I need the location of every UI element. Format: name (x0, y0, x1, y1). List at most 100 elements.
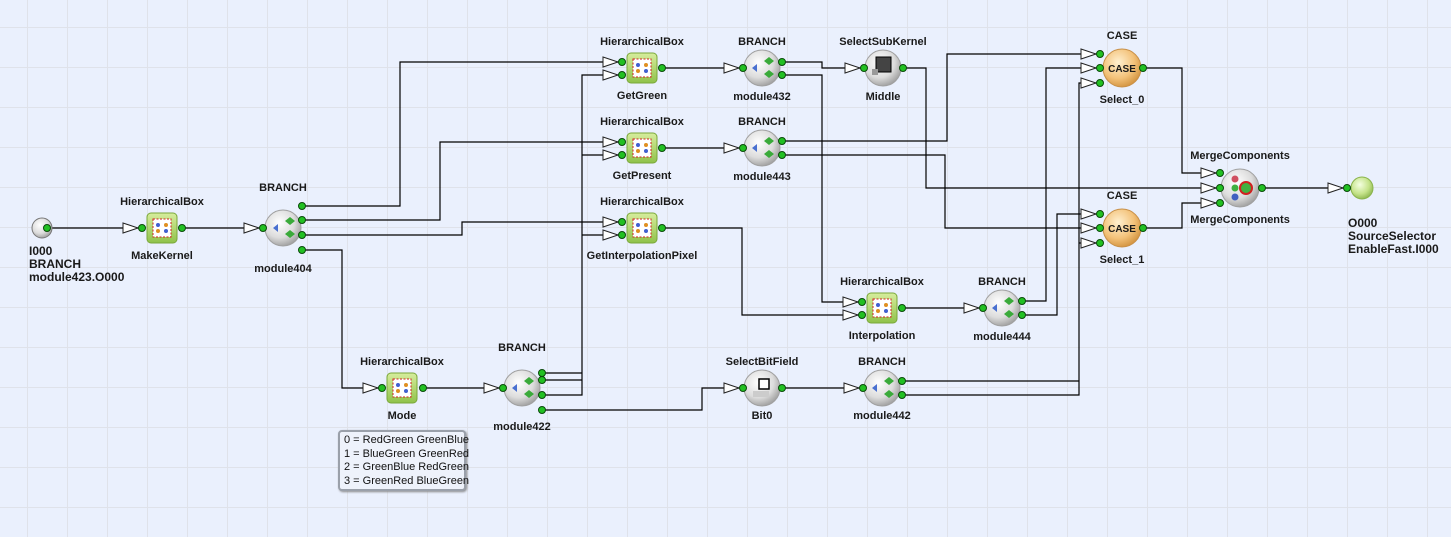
output-port[interactable] (778, 58, 786, 66)
node-label[interactable]: Interpolation (849, 330, 916, 342)
node-select1[interactable]: CASE CASE Select_1 (1080, 190, 1147, 266)
bit-field-icon[interactable] (743, 369, 781, 407)
input-port[interactable] (1216, 184, 1224, 192)
branch-icon[interactable] (863, 369, 901, 407)
node-m432[interactable]: BRANCH module432 (723, 36, 791, 103)
node-m444[interactable]: BRANCH module444 (963, 276, 1032, 343)
output-port[interactable] (898, 377, 906, 385)
output-port[interactable] (538, 406, 546, 414)
node-bit0[interactable]: SelectBitField Bit0 (723, 356, 798, 422)
output-port[interactable] (658, 64, 666, 72)
hierarchical-box-icon[interactable] (626, 132, 658, 164)
input-port[interactable] (1096, 79, 1104, 87)
input-port[interactable] (860, 64, 868, 72)
input-port[interactable] (859, 384, 867, 392)
input-port[interactable] (618, 231, 626, 239)
output-port[interactable] (538, 369, 546, 377)
branch-icon[interactable] (983, 289, 1021, 327)
output-port[interactable] (298, 216, 306, 224)
node-in0[interactable]: I000BRANCHmodule423.O000 (29, 217, 125, 284)
node-label[interactable]: MergeComponents (1190, 214, 1290, 226)
input-port[interactable] (1216, 199, 1224, 207)
input-port[interactable] (1096, 50, 1104, 58)
input-port[interactable] (979, 304, 987, 312)
output-port[interactable] (899, 64, 907, 72)
sub-kernel-icon[interactable] (864, 49, 902, 87)
node-out0[interactable]: O000SourceSelectorEnableFast.I000 (1327, 176, 1439, 256)
output-port[interactable] (658, 144, 666, 152)
input-port[interactable] (1096, 210, 1104, 218)
node-makekernel[interactable]: HierarchicalBox MakeKernel (120, 196, 205, 262)
input-port[interactable] (1343, 184, 1351, 192)
input-port[interactable] (259, 224, 267, 232)
output-port[interactable] (419, 384, 427, 392)
node-middle[interactable]: SelectSubKernel Middle (839, 36, 926, 103)
output-port[interactable] (178, 224, 186, 232)
branch-icon[interactable] (743, 129, 781, 167)
node-label[interactable]: Mode (388, 410, 417, 422)
output-port[interactable] (778, 151, 786, 159)
node-m442[interactable]: BRANCH module442 (843, 356, 911, 422)
hierarchical-box-icon[interactable] (626, 212, 658, 244)
output-port[interactable] (778, 71, 786, 79)
branch-icon[interactable] (743, 49, 781, 87)
output-port[interactable] (778, 137, 786, 145)
input-port[interactable] (618, 71, 626, 79)
input-port[interactable] (858, 298, 866, 306)
node-label[interactable]: module422 (493, 421, 550, 433)
node-label[interactable]: module443 (733, 171, 790, 183)
case-icon[interactable]: CASE (1102, 48, 1142, 88)
case-icon[interactable]: CASE (1102, 208, 1142, 248)
node-merge[interactable]: MergeComponents MergeComponents (1190, 150, 1290, 226)
input-port[interactable] (1096, 224, 1104, 232)
node-label[interactable]: module442 (853, 410, 910, 422)
output-port[interactable] (778, 384, 786, 392)
input-port[interactable] (138, 224, 146, 232)
output-port[interactable] (898, 304, 906, 312)
node-interp[interactable]: HierarchicalBox Interpolation (840, 276, 925, 342)
node-m443[interactable]: BRANCH module443 (723, 116, 791, 183)
output-port[interactable] (538, 391, 546, 399)
output-port[interactable] (43, 224, 51, 232)
node-m404[interactable]: BRANCH module404 (243, 182, 313, 275)
output-port[interactable] (1258, 184, 1266, 192)
node-label[interactable]: module432 (733, 91, 790, 103)
input-port[interactable] (1096, 64, 1104, 72)
branch-icon[interactable] (264, 209, 302, 247)
merge-components-icon[interactable] (1220, 168, 1260, 208)
node-getpresent[interactable]: HierarchicalBox GetPresent (600, 116, 685, 182)
branch-icon[interactable] (503, 369, 541, 407)
output-port[interactable] (1139, 64, 1147, 72)
output-port[interactable] (298, 246, 306, 254)
input-port[interactable] (618, 138, 626, 146)
output-port[interactable] (538, 376, 546, 384)
output-port-icon[interactable] (1350, 176, 1374, 200)
node-getinterp[interactable]: HierarchicalBox GetInterpolationPixel (587, 196, 698, 262)
input-port[interactable] (1096, 239, 1104, 247)
node-label[interactable]: GetInterpolationPixel (587, 250, 698, 262)
input-port[interactable] (618, 58, 626, 66)
node-m422[interactable]: BRANCH module422 (483, 342, 551, 433)
node-label[interactable]: Select_0 (1100, 94, 1145, 106)
input-port[interactable] (499, 384, 507, 392)
output-port[interactable] (658, 224, 666, 232)
node-label[interactable]: Middle (866, 91, 901, 103)
diagram-canvas[interactable]: I000 BRANCH module423.O000 HierarchicalBox M… (0, 0, 1451, 537)
input-port[interactable] (739, 384, 747, 392)
node-label[interactable]: MakeKernel (131, 250, 193, 262)
input-port[interactable] (858, 311, 866, 319)
node-label[interactable]: Select_1 (1100, 254, 1145, 266)
output-port[interactable] (1018, 297, 1026, 305)
hierarchical-box-icon[interactable] (866, 292, 898, 324)
input-port[interactable] (739, 64, 747, 72)
input-port[interactable] (618, 151, 626, 159)
input-port[interactable] (378, 384, 386, 392)
input-port[interactable] (739, 144, 747, 152)
hierarchical-box-icon[interactable] (626, 52, 658, 84)
hierarchical-box-icon[interactable] (146, 212, 178, 244)
node-label[interactable]: GetGreen (617, 90, 667, 102)
hierarchical-box-icon[interactable] (386, 372, 418, 404)
node-select0[interactable]: CASE CASE Select_0 (1080, 30, 1147, 106)
output-port[interactable] (298, 202, 306, 210)
output-port[interactable] (1139, 224, 1147, 232)
